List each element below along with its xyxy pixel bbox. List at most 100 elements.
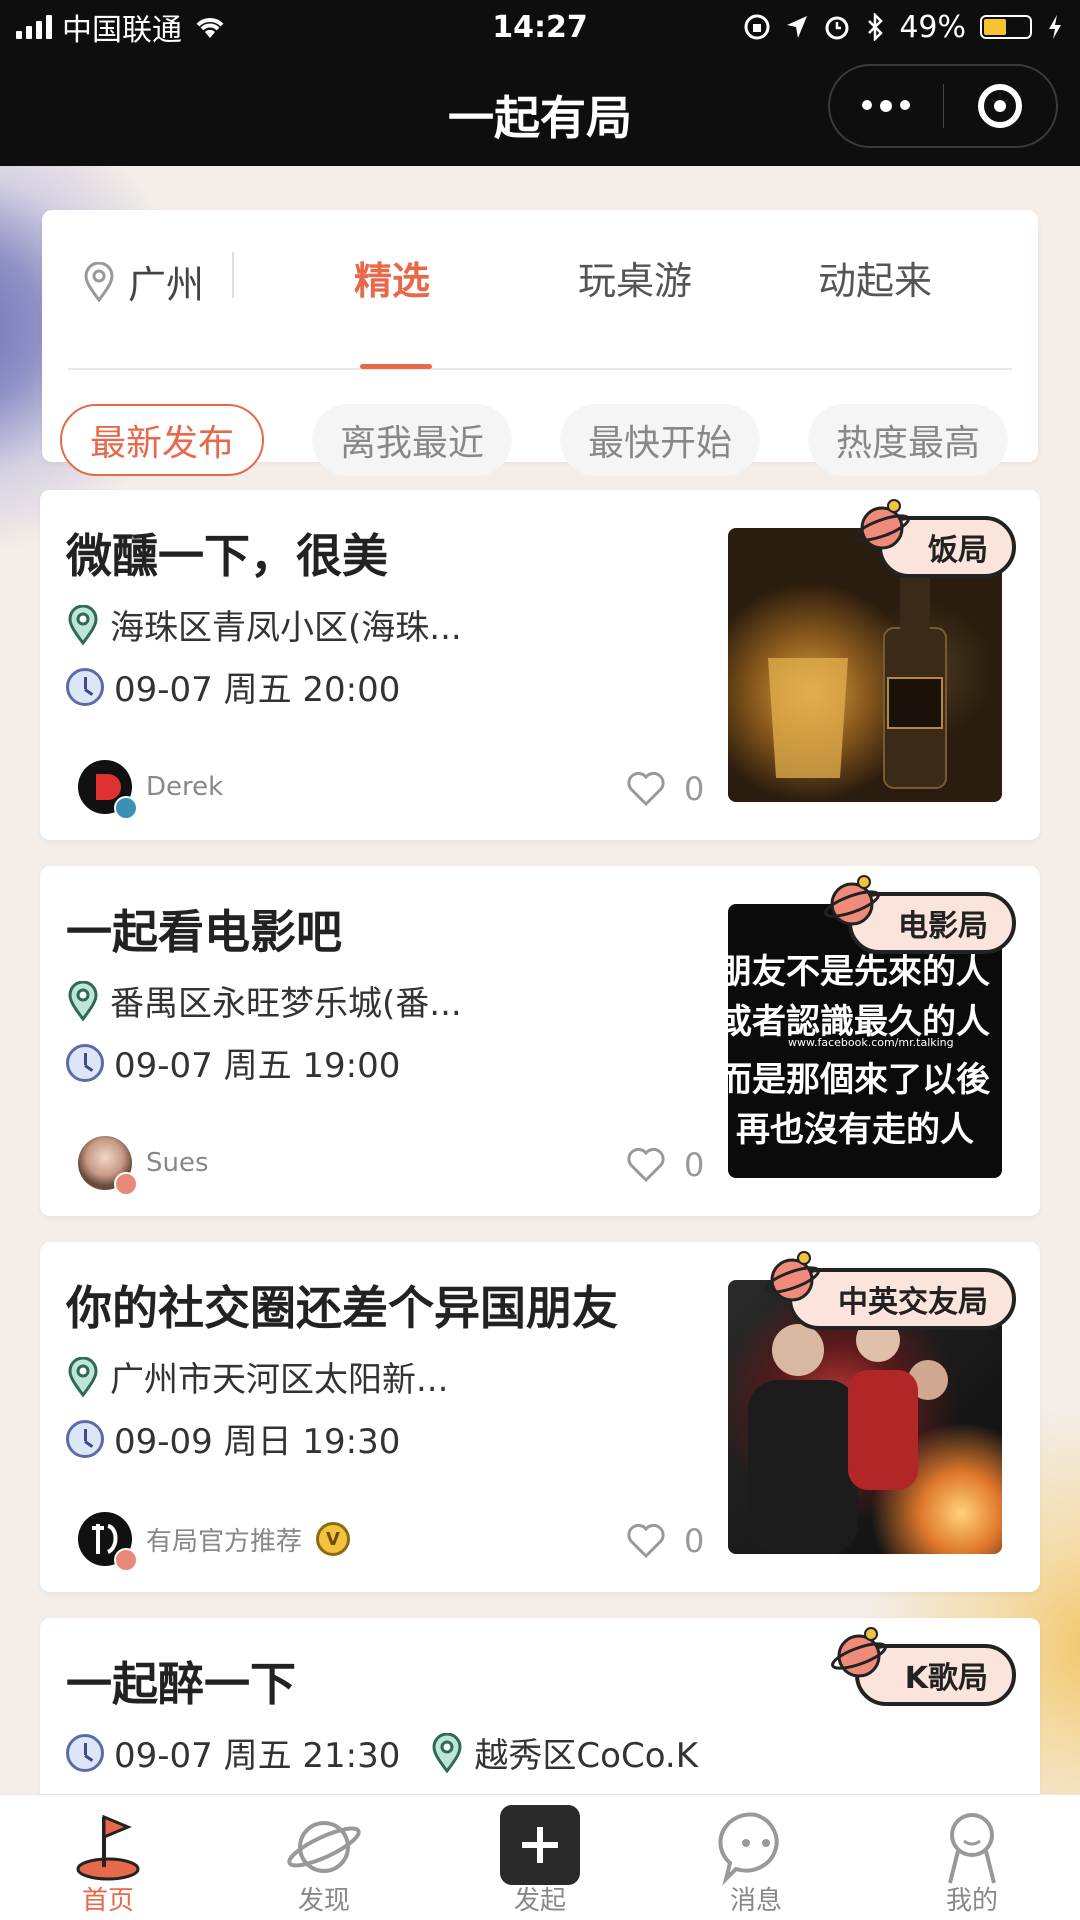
event-location-text: 越秀区CoCo.K <box>474 1736 698 1776</box>
heart-icon <box>627 1147 665 1183</box>
event-category-label: 中英交友局 <box>838 1285 988 1320</box>
filter-newest[interactable]: 最新发布 <box>60 404 265 476</box>
event-host[interactable]: Sues <box>78 1136 209 1196</box>
wifi-icon <box>196 18 224 38</box>
thumbnail-text-line: 而是那個來了以後 <box>728 1060 990 1100</box>
event-card[interactable]: 你的社交圈还差个异国朋友 广州市天河区太阳新... 09-09 周日 19:30… <box>40 1242 1040 1592</box>
event-time-text: 09-09 周日 19:30 <box>114 1422 401 1462</box>
host-name: Derek <box>146 772 224 802</box>
bluetooth-icon <box>868 13 884 41</box>
event-time: 09-07 周五 19:00 <box>66 1038 400 1087</box>
like-button[interactable]: 0 <box>626 1522 704 1560</box>
female-icon <box>114 1172 138 1196</box>
event-category-tag: 饭局 <box>854 499 1016 578</box>
avatar <box>78 1136 138 1196</box>
tab-profile[interactable]: 我的 <box>864 1795 1080 1920</box>
nav-bar: 一起有局 <box>0 54 1080 166</box>
event-time-text: 09-07 周五 20:00 <box>114 670 401 710</box>
charging-icon <box>1049 15 1061 39</box>
planet-icon <box>287 1821 361 1873</box>
clock-icon <box>66 1733 104 1772</box>
status-bar: 中国联通 14:27 49% <box>0 0 1080 54</box>
planet-mascot-icon <box>764 1251 820 1302</box>
event-title: 你的社交圈还差个异国朋友 <box>66 1281 618 1335</box>
location-pin-icon <box>68 1356 98 1397</box>
signal-icon <box>16 15 52 39</box>
tab-messages[interactable]: 消息 <box>648 1795 864 1920</box>
tabs-divider <box>68 368 1012 370</box>
event-location-text: 广州市天河区太阳新... <box>110 1360 449 1400</box>
event-category-label: 电影局 <box>898 909 988 944</box>
like-count: 0 <box>684 770 705 808</box>
planet-mascot-icon <box>824 875 880 926</box>
verified-badge-icon: V <box>316 1522 351 1556</box>
tab-messages-label: 消息 <box>729 1886 782 1916</box>
tab-create[interactable]: 发起 <box>432 1795 648 1920</box>
event-location: 广州市天河区太阳新... <box>66 1352 448 1401</box>
alarm-icon <box>825 16 849 40</box>
event-title: 微醺一下，很美 <box>66 529 388 583</box>
tab-sports[interactable]: 动起来 <box>818 250 932 305</box>
tab-profile-label: 我的 <box>945 1886 998 1916</box>
event-category-tag: 中英交友局 <box>764 1251 1016 1330</box>
battery-icon <box>980 15 1032 39</box>
avatar <box>78 760 138 820</box>
host-name: 有局官方推荐 <box>146 1526 303 1557</box>
event-time: 09-09 周日 19:30 <box>66 1414 400 1463</box>
female-icon <box>114 1548 138 1572</box>
location-pin-icon <box>432 1732 462 1773</box>
close-button[interactable] <box>944 66 1057 146</box>
message-bubble-icon <box>718 1812 779 1886</box>
planet-mascot-icon <box>854 499 910 550</box>
tab-featured[interactable]: 精选 <box>354 250 430 305</box>
event-card[interactable]: 一起看电影吧 番禺区永旺梦乐城(番... 09-07 周五 19:00 Sues… <box>40 866 1040 1216</box>
more-button[interactable] <box>830 66 943 146</box>
filter-hottest[interactable]: 热度最高 <box>808 404 1009 476</box>
like-button[interactable]: 0 <box>626 770 704 808</box>
clock-icon <box>66 1419 104 1458</box>
planet-mascot-icon <box>830 1627 887 1678</box>
mini-program-capsule <box>828 64 1058 148</box>
like-button[interactable]: 0 <box>626 1146 704 1184</box>
status-right: 49% <box>743 10 1064 45</box>
male-icon <box>114 796 138 820</box>
city-label: 广州 <box>128 263 205 307</box>
event-title: 一起醉一下 <box>66 1657 296 1711</box>
location-pin-icon <box>68 980 98 1021</box>
event-location-text: 番禺区永旺梦乐城(番... <box>110 984 462 1024</box>
status-left: 中国联通 <box>16 5 228 49</box>
avatar <box>78 1512 138 1572</box>
filter-nearest[interactable]: 离我最近 <box>312 404 513 476</box>
event-title: 一起看电影吧 <box>66 905 342 959</box>
active-tab-indicator <box>360 364 432 369</box>
plus-icon <box>500 1805 580 1885</box>
filter-panel: 广州 精选 玩桌游 动起来 最新发布 离我最近 最快开始 热度最高 <box>42 210 1038 476</box>
event-time-text: 09-07 周五 21:30 <box>114 1736 401 1776</box>
event-host[interactable]: 有局官方推荐 V <box>78 1512 351 1572</box>
heart-icon <box>627 1523 665 1559</box>
event-category-tag: 电影局 <box>824 875 1016 954</box>
event-card[interactable]: 一起醉一下 09-07 周五 21:30 越秀区CoCo.K K歌局 <box>40 1618 1040 1794</box>
location-pin-icon <box>68 604 98 645</box>
tab-discover[interactable]: 发现 <box>216 1795 432 1920</box>
event-time: 09-07 周五 20:00 <box>66 662 400 711</box>
feed-content[interactable]: 广州 精选 玩桌游 动起来 最新发布 离我最近 最快开始 热度最高 微醺一下，很… <box>0 166 1080 1794</box>
filter-soonest[interactable]: 最快开始 <box>560 404 761 476</box>
event-host[interactable]: Derek <box>78 760 224 820</box>
tab-home[interactable]: 首页 <box>0 1795 216 1920</box>
close-target-icon <box>977 84 1022 128</box>
battery-percent: 49% <box>899 9 966 45</box>
event-time-text: 09-07 周五 19:00 <box>114 1046 401 1086</box>
home-flag-icon <box>76 1814 140 1881</box>
city-selector[interactable]: 广州 <box>82 254 204 309</box>
event-location-text: 海珠区青凤小区(海珠... <box>110 608 462 648</box>
profile-icon <box>948 1813 996 1884</box>
more-dots-icon <box>862 100 911 112</box>
event-category-label: 饭局 <box>928 533 988 568</box>
event-location: 番禺区永旺梦乐城(番... <box>66 976 462 1025</box>
tab-board-games[interactable]: 玩桌游 <box>578 250 692 305</box>
event-card[interactable]: 微醺一下，很美 海珠区青凤小区(海珠... 09-07 周五 20:00 Der… <box>40 490 1040 840</box>
location-pin-icon <box>84 261 114 302</box>
tab-home-label: 首页 <box>81 1886 134 1916</box>
orientation-lock-icon <box>744 14 770 40</box>
